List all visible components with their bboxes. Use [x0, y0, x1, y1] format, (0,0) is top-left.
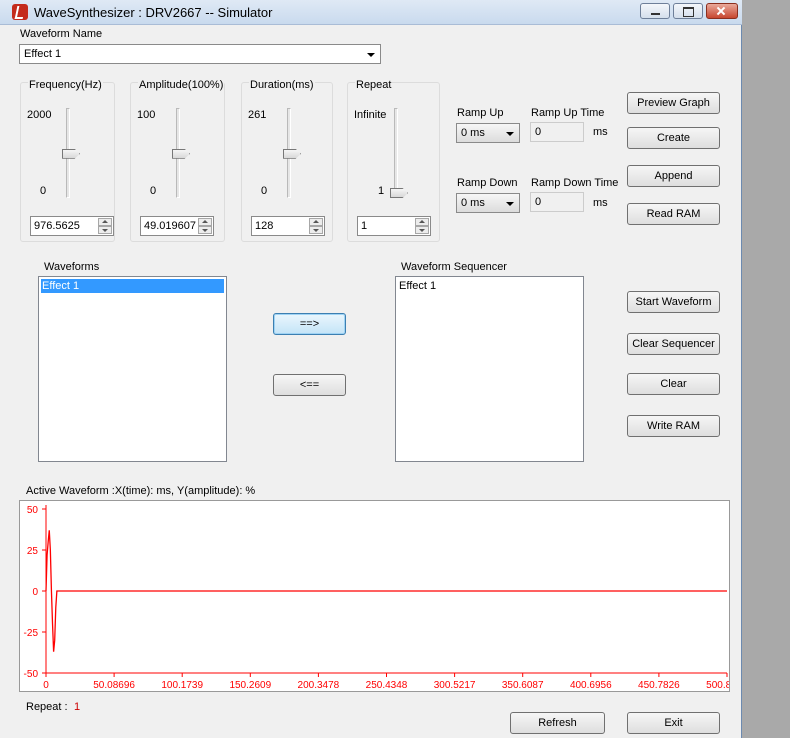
x-tick-label: 350.6087 [502, 680, 544, 691]
spin-down-icon[interactable] [198, 226, 212, 234]
waveform-series-line [45, 530, 727, 652]
waveform-sequencer-label: Waveform Sequencer [401, 261, 507, 273]
spin-down-icon[interactable] [98, 226, 112, 234]
repeat-title: Repeat [355, 79, 393, 91]
add-to-sequencer-button[interactable]: ==> [273, 313, 346, 335]
x-tick-label: 50.08696 [93, 680, 135, 691]
ramp-down-time-label: Ramp Down Time [531, 177, 619, 189]
clear-button[interactable]: Clear [627, 373, 720, 395]
exit-button[interactable]: Exit [627, 712, 720, 734]
chart-header: Active Waveform :X(time): ms, Y(amplitud… [26, 485, 256, 497]
ramp-up-time-value: 0 [535, 126, 542, 138]
list-item[interactable]: Effect 1 [398, 279, 581, 293]
x-tick-label: 150.2609 [229, 680, 271, 691]
spin-up-icon[interactable] [415, 218, 429, 226]
repeat-status-value: 1 [74, 701, 81, 713]
duration-min-label: 0 [261, 185, 268, 197]
read-ram-button[interactable]: Read RAM [627, 203, 720, 225]
ramp-down-value: 0 ms [461, 197, 485, 209]
write-ram-button[interactable]: Write RAM [627, 415, 720, 437]
ramp-down-label: Ramp Down [457, 177, 518, 189]
x-tick-label: 100.1739 [161, 680, 203, 691]
spin-up-icon[interactable] [198, 218, 212, 226]
y-tick-label: 0 [32, 587, 38, 598]
ramp-up-select[interactable]: 0 ms [456, 123, 520, 143]
duration-input[interactable]: 128 [251, 216, 325, 236]
repeat-status-label: Repeat : [26, 701, 68, 713]
refresh-button[interactable]: Refresh [510, 712, 605, 734]
waveform-sequencer-list[interactable]: Effect 1 [395, 276, 584, 462]
repeat-min-label: 1 [378, 185, 385, 197]
chevron-down-icon [506, 132, 514, 136]
y-tick-label: -50 [24, 669, 39, 680]
duration-max-label: 261 [248, 109, 267, 121]
ramp-up-label: Ramp Up [457, 107, 504, 119]
list-item[interactable]: Effect 1 [41, 279, 224, 293]
waveform-chart-svg: 50 25 0 -25 -50 0 50.08696 100.1739 150.2609 200.… [24, 505, 729, 691]
frequency-max-label: 2000 [27, 109, 52, 121]
spin-down-icon[interactable] [309, 226, 323, 234]
x-tick-label: 500.8696 [706, 680, 729, 691]
repeat-input[interactable]: 1 [357, 216, 431, 236]
x-tick-label: 250.4348 [366, 680, 408, 691]
duration-value: 128 [255, 220, 274, 232]
frequency-min-label: 0 [40, 185, 47, 197]
create-button[interactable]: Create [627, 127, 720, 149]
ramp-up-time-field: 0 [530, 122, 584, 142]
start-waveform-button[interactable]: Start Waveform [627, 291, 720, 313]
amplitude-input[interactable]: 49.019607 [140, 216, 214, 236]
frequency-input[interactable]: 976.5625 [30, 216, 114, 236]
spin-up-icon[interactable] [98, 218, 112, 226]
append-button[interactable]: Append [627, 165, 720, 187]
amplitude-max-label: 100 [137, 109, 156, 121]
spin-up-icon[interactable] [309, 218, 323, 226]
spin-down-icon[interactable] [415, 226, 429, 234]
x-tick-label: 450.7826 [638, 680, 680, 691]
y-tick-label: -25 [24, 628, 39, 639]
chevron-down-icon [367, 53, 375, 57]
maximize-button[interactable] [673, 3, 703, 19]
preview-graph-button[interactable]: Preview Graph [627, 92, 720, 114]
waveform-name-select[interactable]: Effect 1 [19, 44, 381, 64]
window-title: WaveSynthesizer : DRV2667 -- Simulator [34, 5, 273, 20]
repeat-value: 1 [361, 220, 368, 232]
close-button[interactable] [706, 3, 738, 19]
repeat-max-label: Infinite [354, 109, 387, 121]
remove-from-sequencer-button[interactable]: <== [273, 374, 346, 396]
amplitude-value: 49.019607 [144, 220, 196, 232]
waveform-chart: 50 25 0 -25 -50 0 50.08696 100.1739 150.2609 200.… [19, 500, 730, 692]
amplitude-min-label: 0 [150, 185, 157, 197]
ramp-up-time-unit: ms [593, 126, 608, 138]
repeat-slider-track[interactable] [394, 108, 398, 198]
app-icon [12, 4, 28, 20]
waveform-name-label: Waveform Name [20, 28, 103, 40]
frequency-value: 976.5625 [34, 220, 80, 232]
ramp-down-time-value: 0 [535, 196, 542, 208]
ramp-down-time-unit: ms [593, 197, 608, 209]
title-bar[interactable]: WaveSynthesizer : DRV2667 -- Simulator [0, 0, 742, 25]
x-tick-label: 200.3478 [298, 680, 340, 691]
x-tick-label: 300.5217 [434, 680, 476, 691]
duration-title: Duration(ms) [249, 79, 315, 91]
frequency-title: Frequency(Hz) [28, 79, 103, 91]
x-tick-label: 0 [43, 680, 49, 691]
waveforms-list[interactable]: Effect 1 [38, 276, 227, 462]
amplitude-title: Amplitude(100%) [138, 79, 225, 91]
minimize-button[interactable] [640, 3, 670, 19]
ramp-down-time-field: 0 [530, 192, 584, 212]
y-tick-label: 25 [27, 546, 39, 557]
ramp-down-select[interactable]: 0 ms [456, 193, 520, 213]
x-tick-label: 400.6956 [570, 680, 612, 691]
main-window: WaveSynthesizer : DRV2667 -- Simulator W… [0, 0, 742, 738]
ramp-up-value: 0 ms [461, 127, 485, 139]
y-tick-label: 50 [27, 505, 39, 516]
chevron-down-icon [506, 202, 514, 206]
ramp-up-time-label: Ramp Up Time [531, 107, 605, 119]
waveform-name-value: Effect 1 [24, 48, 62, 60]
waveforms-label: Waveforms [44, 261, 100, 273]
clear-sequencer-button[interactable]: Clear Sequencer [627, 333, 720, 355]
